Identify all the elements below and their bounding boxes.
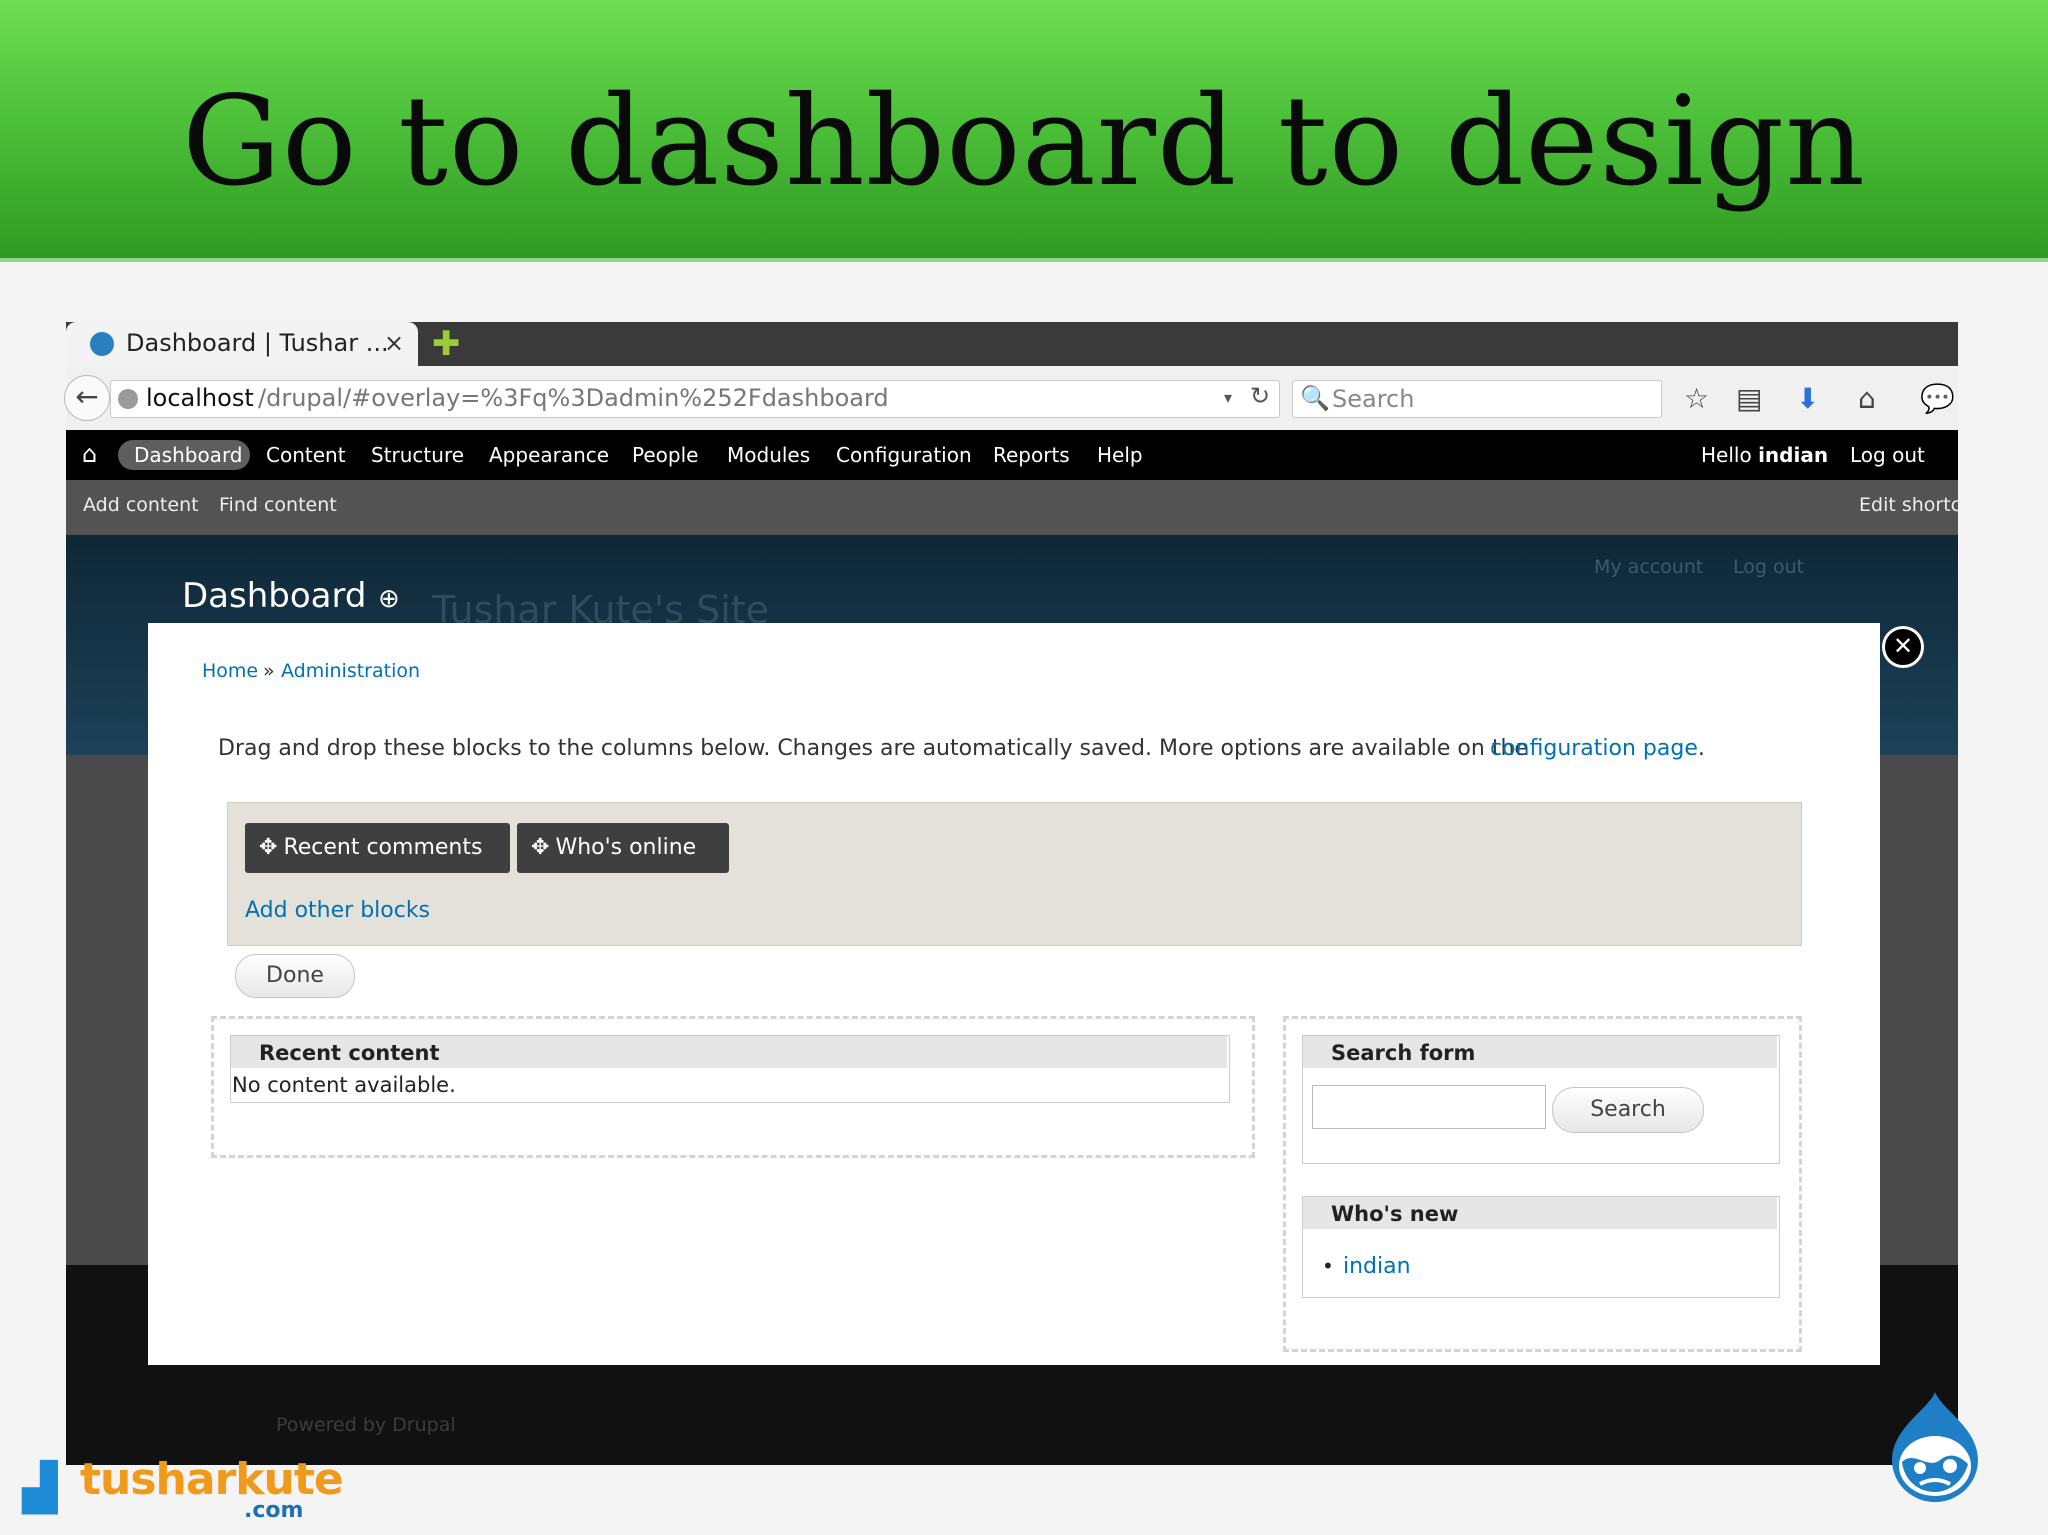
block-recent-comments[interactable]: ✥ Recent comments: [245, 823, 510, 873]
shortcut-find-content[interactable]: Find content: [219, 494, 337, 516]
my-account-link[interactable]: My account: [1594, 556, 1703, 578]
menu-reports[interactable]: Reports: [993, 443, 1070, 467]
move-icon: ✥: [259, 835, 278, 860]
globe-icon: [118, 389, 138, 409]
site-logout-link[interactable]: Log out: [1733, 556, 1804, 578]
new-tab-icon[interactable]: ✚: [432, 324, 461, 364]
configuration-link-label[interactable]: configuration page: [1490, 736, 1698, 761]
whos-new-user-link[interactable]: indian: [1343, 1254, 1411, 1279]
help-text: Drag and drop these blocks to the column…: [218, 736, 1528, 761]
toolbar-home-icon[interactable]: ⌂: [82, 440, 97, 468]
menu-configuration[interactable]: Configuration: [836, 443, 972, 467]
toolbar-logout[interactable]: Log out: [1850, 443, 1925, 467]
drupal-favicon-icon: [90, 332, 114, 356]
download-icon[interactable]: ⬇: [1796, 382, 1819, 415]
menu-dashboard[interactable]: Dashboard: [134, 443, 243, 467]
move-icon: ✥: [531, 835, 550, 860]
recent-content-title: Recent content: [259, 1041, 440, 1065]
block-label: Who's online: [555, 835, 697, 860]
whos-new-title: Who's new: [1331, 1202, 1459, 1226]
search-form-header[interactable]: Search form: [1303, 1036, 1777, 1068]
bookmark-star-icon[interactable]: ☆: [1684, 382, 1709, 415]
menu-help[interactable]: Help: [1097, 443, 1143, 467]
tusharkute-logo: ▟ tusharkute .com: [22, 1446, 344, 1526]
powered-by: Powered by Drupal: [276, 1414, 456, 1436]
url-dropdown-icon[interactable]: ▾: [1224, 388, 1232, 407]
search-form-title: Search form: [1331, 1041, 1476, 1065]
hello-prefix: Hello: [1701, 443, 1759, 467]
browser-search-placeholder: Search: [1332, 385, 1415, 413]
menu-structure[interactable]: Structure: [371, 443, 464, 467]
chat-icon[interactable]: 💬: [1920, 382, 1955, 415]
close-icon[interactable]: ✕: [1882, 626, 1924, 668]
bar-chart-icon: ▟: [22, 1460, 58, 1514]
search-icon: 🔍: [1300, 384, 1330, 412]
reader-list-icon[interactable]: ▤: [1736, 382, 1762, 415]
add-other-blocks-link[interactable]: Add other blocks: [245, 898, 430, 923]
site-search-input[interactable]: [1312, 1085, 1546, 1129]
block-label: Recent comments: [283, 835, 483, 860]
recent-content-empty-text: No content available.: [232, 1073, 456, 1097]
back-button[interactable]: ←: [64, 375, 110, 421]
shortcut-add-content[interactable]: Add content: [83, 494, 199, 516]
hello-username[interactable]: indian: [1758, 443, 1828, 467]
menu-content[interactable]: Content: [266, 443, 346, 467]
help-period: .: [1697, 736, 1705, 761]
edit-shortcuts-link[interactable]: Edit shortc: [1859, 494, 1961, 516]
breadcrumb-home[interactable]: Home: [202, 660, 258, 682]
done-button[interactable]: Done: [235, 954, 355, 998]
breadcrumb-administration[interactable]: Administration: [281, 660, 420, 682]
shortcut-bar: [66, 480, 1958, 535]
tab-close-icon[interactable]: ×: [384, 329, 404, 357]
site-search-button[interactable]: Search: [1552, 1087, 1704, 1133]
home-icon[interactable]: ⌂: [1858, 382, 1876, 415]
configuration-page-link[interactable]: configuration page.: [1490, 736, 1705, 761]
slide-title: Go to dashboard to design: [181, 70, 1867, 214]
drupal-logo-icon: [1892, 1392, 1978, 1503]
page-title: Dashboard: [182, 576, 367, 616]
menu-modules[interactable]: Modules: [727, 443, 810, 467]
block-whos-online[interactable]: ✥ Who's online: [517, 823, 729, 873]
breadcrumb-separator: »: [263, 660, 275, 682]
whos-new-header[interactable]: Who's new: [1303, 1197, 1777, 1229]
url-path: /drupal/#overlay=%3Fq%3Dadmin%252Fdashbo…: [258, 384, 889, 412]
url-host: localhost: [146, 384, 254, 412]
menu-people[interactable]: People: [632, 443, 698, 467]
brand-tld: .com: [244, 1498, 304, 1523]
reload-icon[interactable]: ↻: [1250, 382, 1270, 410]
add-shortcut-icon[interactable]: ⊕: [378, 584, 400, 614]
menu-appearance[interactable]: Appearance: [489, 443, 609, 467]
tab-title: Dashboard | Tushar ...: [126, 329, 389, 357]
recent-content-header[interactable]: Recent content: [231, 1036, 1227, 1068]
list-bullet: •: [1322, 1254, 1334, 1278]
hello-user: Hello indian: [1701, 443, 1828, 467]
